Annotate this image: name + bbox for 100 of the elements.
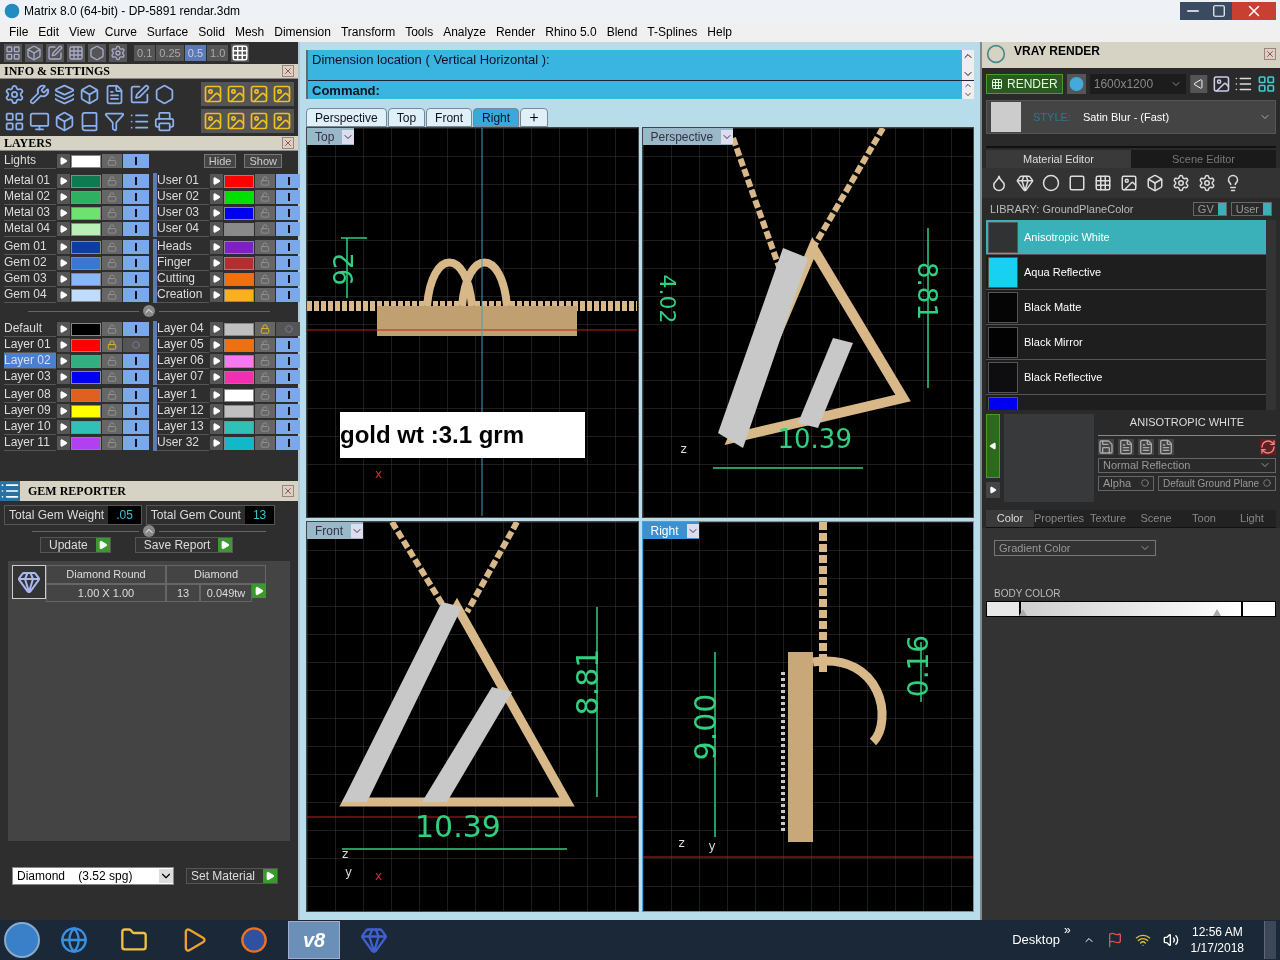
lock-toggle[interactable] xyxy=(255,404,275,418)
lock-toggle[interactable] xyxy=(102,206,122,220)
material-item[interactable]: Black Mirror xyxy=(986,325,1266,360)
lock-toggle[interactable] xyxy=(255,206,275,220)
visibility-toggle[interactable] xyxy=(276,338,302,352)
layer-color-swatch[interactable] xyxy=(71,240,101,254)
layer-name[interactable]: Lights xyxy=(4,153,56,169)
refresh-icon[interactable] xyxy=(1260,438,1276,455)
visibility-toggle[interactable] xyxy=(123,154,149,168)
style-select[interactable]: STYLE: Satin Blur - (Fast) xyxy=(986,100,1276,134)
property-tab[interactable]: Scene xyxy=(1132,510,1181,527)
layout-icon[interactable] xyxy=(1257,74,1276,94)
expand-arrow-icon[interactable] xyxy=(210,322,223,336)
expand-arrow-icon[interactable] xyxy=(210,206,223,220)
viewport-tab[interactable]: Front xyxy=(426,108,473,127)
color-mode-select[interactable]: Gradient Color xyxy=(994,540,1156,556)
layer-color-swatch[interactable] xyxy=(224,370,254,384)
viewport-tab[interactable]: Perspective xyxy=(306,108,387,127)
visibility-toggle[interactable] xyxy=(276,354,302,368)
sphere-icon[interactable] xyxy=(1066,74,1086,94)
layer-name[interactable]: User 03 xyxy=(157,205,209,221)
tool-icon[interactable] xyxy=(154,110,175,132)
expand-arrow-icon[interactable] xyxy=(57,322,70,336)
tool-icon[interactable] xyxy=(226,111,246,131)
browser-icon[interactable] xyxy=(240,926,268,954)
viewport[interactable]: Top 92 gold wt :3.1 grm x xyxy=(306,127,639,518)
layer-name[interactable]: Heads xyxy=(157,239,209,255)
expand-arrow-icon[interactable] xyxy=(57,354,70,368)
close-icon[interactable] xyxy=(1232,2,1276,20)
lock-toggle[interactable] xyxy=(255,174,275,188)
globe-icon[interactable] xyxy=(60,926,88,954)
layer-name[interactable]: Layer 04 xyxy=(157,321,209,337)
layer-name[interactable]: Creation xyxy=(157,287,209,303)
scroll-up-icon[interactable] xyxy=(962,81,974,90)
material-type-icon[interactable] xyxy=(1146,174,1164,192)
lock-toggle[interactable] xyxy=(102,420,122,434)
lock-toggle[interactable] xyxy=(102,354,122,368)
layer-color-swatch[interactable] xyxy=(71,256,101,270)
visibility-toggle[interactable] xyxy=(123,370,149,384)
ground-plane-toggle[interactable]: Default Ground Plane xyxy=(1158,475,1276,491)
layer-color-swatch[interactable] xyxy=(71,420,101,434)
material-type-icon[interactable] xyxy=(1120,174,1138,192)
menu-item[interactable]: Help xyxy=(702,23,738,41)
layer-name[interactable]: User 32 xyxy=(157,435,209,451)
menu-item[interactable]: Render xyxy=(490,23,541,41)
lock-toggle[interactable] xyxy=(102,222,122,236)
visibility-toggle[interactable] xyxy=(123,404,149,418)
visibility-toggle[interactable] xyxy=(276,370,302,384)
expand-arrow-icon[interactable] xyxy=(210,174,223,188)
menu-item[interactable]: T-Splines xyxy=(642,23,703,41)
lock-toggle[interactable] xyxy=(255,288,275,302)
layer-color-swatch[interactable] xyxy=(224,436,254,450)
visibility-toggle[interactable] xyxy=(123,206,149,220)
visibility-toggle[interactable] xyxy=(276,436,302,450)
expand-arrow-icon[interactable] xyxy=(57,190,70,204)
network-icon[interactable] xyxy=(1134,932,1151,948)
library-toggle[interactable]: GV xyxy=(1192,202,1227,216)
expand-arrow-icon[interactable] xyxy=(57,436,70,450)
layer-name[interactable]: Layer 05 xyxy=(157,337,209,353)
dropdown-icon[interactable] xyxy=(342,129,355,144)
visibility-toggle[interactable] xyxy=(123,256,149,270)
layer-name[interactable]: Finger xyxy=(157,255,209,271)
expand-arrow-icon[interactable] xyxy=(210,240,223,254)
expand-arrow-icon[interactable] xyxy=(210,436,223,450)
toolbar-expand[interactable]: » xyxy=(1063,921,1071,939)
expand-arrow-icon[interactable] xyxy=(57,404,70,418)
layer-color-swatch[interactable] xyxy=(71,370,101,384)
expand-arrow-icon[interactable] xyxy=(57,388,70,402)
visibility-toggle[interactable] xyxy=(276,256,302,270)
tool-icon[interactable] xyxy=(79,83,100,105)
viewport-tab[interactable]: Top xyxy=(387,108,426,127)
layer-color-swatch[interactable] xyxy=(71,174,101,188)
layer-name[interactable]: Layer 06 xyxy=(157,353,209,369)
layer-color-swatch[interactable] xyxy=(224,338,254,352)
tool-icon[interactable] xyxy=(104,110,125,132)
visibility-toggle[interactable] xyxy=(123,240,149,254)
close-icon[interactable] xyxy=(282,65,294,77)
file-action-icon[interactable] xyxy=(1098,438,1114,455)
layer-name[interactable]: Metal 04 xyxy=(4,221,56,237)
close-icon[interactable] xyxy=(282,137,294,149)
layer-color-swatch[interactable] xyxy=(71,222,101,236)
menu-item[interactable]: Curve xyxy=(99,23,142,41)
visibility-toggle[interactable] xyxy=(123,174,149,188)
toolbar-icon[interactable] xyxy=(4,44,22,62)
layer-color-swatch[interactable] xyxy=(71,354,101,368)
tool-icon[interactable] xyxy=(79,110,100,132)
lock-toggle[interactable] xyxy=(255,322,275,336)
rewind-icon[interactable] xyxy=(1190,75,1208,93)
visibility-toggle[interactable] xyxy=(276,420,302,434)
layer-color-swatch[interactable] xyxy=(224,272,254,286)
layer-name[interactable]: Layer 10 xyxy=(4,419,56,435)
expand-arrow-icon[interactable] xyxy=(57,272,70,286)
viewport-tab[interactable]: Right xyxy=(473,108,520,127)
expand-arrow-icon[interactable] xyxy=(210,338,223,352)
file-action-icon[interactable] xyxy=(1118,438,1134,455)
tool-icon[interactable] xyxy=(249,111,269,131)
visibility-toggle[interactable] xyxy=(123,388,149,402)
layer-name[interactable]: User 04 xyxy=(157,221,209,237)
layer-name[interactable]: Metal 01 xyxy=(4,173,56,189)
layer-name[interactable]: Metal 02 xyxy=(4,189,56,205)
